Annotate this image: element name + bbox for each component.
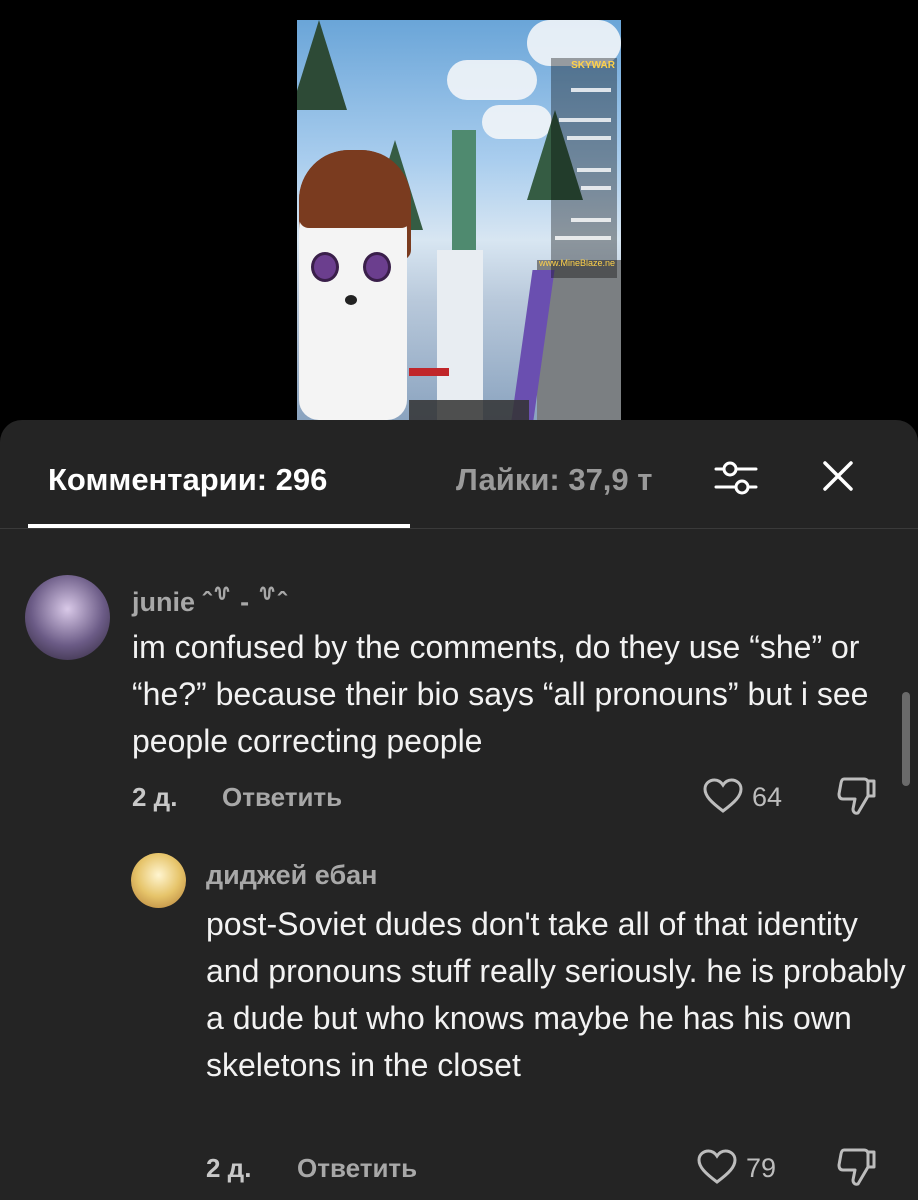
scoreboard-line bbox=[555, 236, 611, 240]
thumbs-down-icon[interactable] bbox=[836, 1147, 878, 1187]
tree-shape bbox=[297, 20, 347, 110]
video-player-area: SKYWAR www.MineBlaze.ne bbox=[0, 0, 918, 430]
seal-eye-left bbox=[311, 252, 339, 282]
player-figure bbox=[452, 130, 476, 250]
scoreboard-line bbox=[567, 136, 611, 140]
comment-text: post-Soviet dudes don't take all of that… bbox=[206, 906, 906, 1083]
seal-nose bbox=[345, 295, 357, 305]
health-bar bbox=[409, 368, 449, 376]
hotbar bbox=[409, 400, 529, 420]
scoreboard-line bbox=[577, 168, 611, 172]
seal-eye-right bbox=[363, 252, 391, 282]
scrollbar[interactable] bbox=[902, 692, 910, 786]
comment-username[interactable]: диджей ебан bbox=[206, 860, 377, 891]
snow-pillar bbox=[437, 250, 483, 420]
scoreboard-site: www.MineBlaze.ne bbox=[538, 258, 615, 268]
scoreboard-line bbox=[581, 186, 611, 190]
avatar[interactable] bbox=[131, 853, 186, 908]
reply-button[interactable]: Ответить bbox=[297, 1153, 417, 1184]
scoreboard-line bbox=[559, 118, 611, 122]
comments-sheet: Комментарии: 296 Лайки: 37,9 т junie ˆ꒷ … bbox=[0, 420, 918, 1200]
scoreboard-line bbox=[571, 88, 611, 92]
scoreboard-title: SKYWAR bbox=[571, 60, 615, 71]
game-scoreboard: SKYWAR www.MineBlaze.ne bbox=[539, 58, 617, 278]
reply-comment-item: диджей ебан post-Soviet dudes don't take… bbox=[0, 420, 918, 1200]
seal-bangs bbox=[299, 150, 411, 228]
heart-icon[interactable] bbox=[697, 1149, 737, 1185]
video-frame[interactable]: SKYWAR www.MineBlaze.ne bbox=[297, 20, 621, 420]
comment-time: 2 д. bbox=[206, 1153, 252, 1183]
scoreboard-line bbox=[571, 218, 611, 222]
cloud-shape bbox=[447, 60, 537, 100]
like-count: 79 bbox=[746, 1153, 777, 1183]
